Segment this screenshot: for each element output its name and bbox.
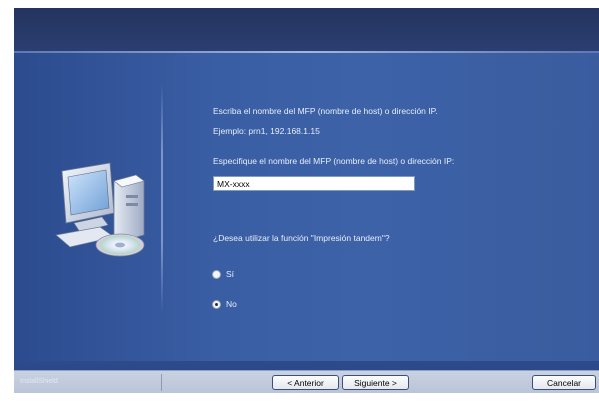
- side-divider: [161, 83, 163, 313]
- radio-option-no[interactable]: No: [212, 299, 237, 309]
- button-bar: InstallShield < Anterior Siguiente > Can…: [14, 370, 599, 393]
- field-label: Especifique el nombre del MFP (nombre de…: [213, 156, 455, 166]
- radio-icon[interactable]: [212, 269, 221, 279]
- installshield-brand: InstallShield: [20, 378, 58, 385]
- instruction-text: Escriba el nombre del MFP (nombre de hos…: [213, 106, 438, 116]
- next-button[interactable]: Siguiente >: [342, 375, 409, 390]
- radio-label-si: Sí: [226, 269, 235, 279]
- tandem-question: ¿Desea utilizar la función "Impresión ta…: [213, 233, 390, 243]
- host-name-input[interactable]: [213, 176, 415, 191]
- back-button[interactable]: < Anterior: [272, 375, 339, 390]
- installer-window: Escriba el nombre del MFP (nombre de hos…: [14, 8, 599, 393]
- title-bar: [14, 8, 599, 51]
- radio-label-no: No: [226, 299, 237, 309]
- radio-icon[interactable]: [212, 299, 221, 309]
- content-panel: Escriba el nombre del MFP (nombre de hos…: [14, 53, 599, 361]
- computer-cd-icon: [44, 153, 154, 263]
- footer-divider: [161, 374, 162, 391]
- cancel-button[interactable]: Cancelar: [532, 375, 596, 390]
- example-text: Ejemplo: prn1, 192.168.1.15: [213, 126, 320, 136]
- radio-option-si[interactable]: Sí: [212, 269, 234, 279]
